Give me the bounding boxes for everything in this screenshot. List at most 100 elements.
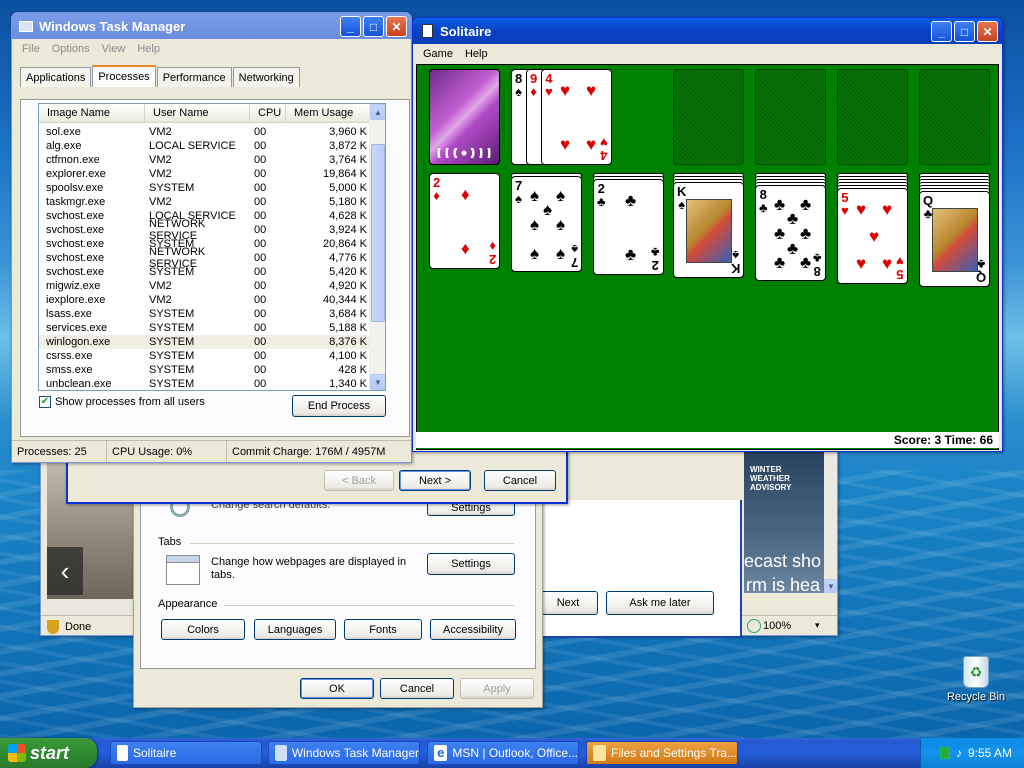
start-button[interactable]: start (0, 738, 97, 768)
table-row[interactable]: alg.exe LOCAL SERVICE 00 3,872 K (39, 139, 385, 153)
tab-networking[interactable]: Networking (232, 67, 300, 87)
show-all-users-label[interactable]: Show processes from all users (55, 396, 205, 408)
tabs-settings-button[interactable]: Settings (427, 553, 515, 575)
tab-applications[interactable]: Applications (20, 67, 92, 87)
table-row[interactable]: sol.exe VM2 00 3,960 K (39, 125, 385, 139)
task-manager-menubar: File Options View Help (12, 39, 411, 58)
taskbar-item-solitaire[interactable]: Solitaire (110, 741, 262, 765)
scroll-down-icon[interactable]: ▼ (824, 579, 837, 593)
table-row[interactable]: lsass.exe SYSTEM 00 3,684 K (39, 307, 385, 321)
scroll-thumb[interactable] (371, 144, 385, 322)
table-row[interactable]: spoolsv.exe SYSTEM 00 5,000 K (39, 181, 385, 195)
table-row[interactable]: services.exe SYSTEM 00 5,188 K (39, 321, 385, 335)
process-list-scrollbar[interactable]: ▲ ▼ (369, 104, 385, 390)
solitaire-titlebar[interactable]: Solitaire _ □ ✕ (413, 18, 1002, 44)
show-all-users-checkbox[interactable]: ✔ (39, 396, 51, 408)
table-row[interactable]: taskmgr.exe VM2 00 5,180 K (39, 195, 385, 209)
ie-zoom-level[interactable]: 100% (763, 620, 791, 632)
table-row[interactable]: smss.exe SYSTEM 00 428 K (39, 363, 385, 377)
menu-view[interactable]: View (96, 43, 132, 55)
menu-help[interactable]: Help (131, 43, 166, 55)
table-row[interactable]: csrss.exe SYSTEM 00 4,100 K (39, 349, 385, 363)
carousel-prev-button[interactable]: ‹ (47, 547, 83, 595)
ie-hscroll[interactable] (47, 599, 133, 613)
ok-button[interactable]: OK (300, 678, 374, 699)
foundation-4[interactable] (919, 69, 990, 165)
task-manager-titlebar[interactable]: Windows Task Manager _ □ ✕ (12, 13, 411, 39)
solitaire-window[interactable]: Solitaire _ □ ✕ Game Help 8♠8♠♠♠♠♠♠♠♠♠9♦… (412, 17, 1003, 452)
column-cpu[interactable]: CPU (250, 104, 286, 122)
colors-button[interactable]: Colors (161, 619, 245, 640)
wizard-next-button[interactable]: Next > (399, 470, 471, 491)
stock-pile[interactable] (429, 69, 500, 165)
scroll-up-icon[interactable]: ▲ (370, 104, 385, 120)
table-row[interactable]: unbclean.exe SYSTEM 00 1,340 K (39, 377, 385, 390)
end-process-button[interactable]: End Process (292, 395, 386, 417)
column-user-name[interactable]: User Name (145, 104, 250, 122)
table-row[interactable]: ctfmon.exe VM2 00 3,764 K (39, 153, 385, 167)
apply-button[interactable]: Apply (460, 678, 534, 699)
forecast-headline-2[interactable]: rm is hea (746, 575, 820, 593)
table-row[interactable]: iexplore.exe VM2 00 40,344 K (39, 293, 385, 307)
menu-file[interactable]: File (16, 43, 46, 55)
weather-advisory-label: WINTER WEATHER ADVISORY (750, 465, 792, 492)
table-row[interactable]: svchost.exe NETWORK SERVICE 00 4,776 K (39, 246, 385, 270)
taskbar-item-msn[interactable]: e MSN | Outlook, Office... (427, 741, 579, 765)
minimize-button[interactable]: _ (340, 16, 361, 37)
menu-help[interactable]: Help (459, 48, 494, 60)
task-manager-window[interactable]: Windows Task Manager _ □ ✕ File Options … (11, 12, 412, 463)
scroll-down-icon[interactable]: ▼ (370, 374, 385, 390)
table-cell: 00 (254, 224, 267, 236)
foundation-3[interactable] (837, 69, 908, 165)
column-image-name[interactable]: Image Name (39, 104, 145, 122)
table-cell: 19,864 K (322, 168, 367, 180)
close-button[interactable]: ✕ (977, 21, 998, 42)
table-cell: svchost.exe (46, 252, 105, 264)
languages-button[interactable]: Languages (254, 619, 336, 640)
forecast-headline[interactable]: ecast sho (744, 551, 821, 572)
menu-game[interactable]: Game (417, 48, 459, 60)
tableau-card[interactable]: K ♠ K ♠ (673, 182, 744, 278)
minimize-button[interactable]: _ (931, 21, 952, 42)
tab-performance[interactable]: Performance (156, 67, 232, 87)
internet-options-dialog[interactable]: Change search defaults. Settings Tabs Ch… (133, 490, 543, 708)
tableau-card[interactable]: 2 ♣ 2 ♣ ♣ ♣ (593, 179, 664, 275)
maximize-button[interactable]: □ (954, 21, 975, 42)
table-row[interactable]: winlogon.exe SYSTEM 00 8,376 K (39, 335, 385, 349)
network-icon[interactable] (939, 747, 950, 759)
table-cell: 4,628 K (329, 210, 367, 222)
process-list[interactable]: Image Name User Name CPU Mem Usage sol.e… (38, 103, 386, 391)
table-row[interactable]: explorer.exe VM2 00 19,864 K (39, 167, 385, 181)
waste-card[interactable]: 4 ♥ 4 ♥ ♥ ♥ ♥ ♥ (541, 69, 612, 165)
volume-icon[interactable]: ♪ (956, 746, 962, 760)
fonts-button[interactable]: Fonts (344, 619, 422, 640)
foundation-1[interactable] (673, 69, 744, 165)
wizard-back-button[interactable]: < Back (324, 470, 394, 491)
taskbar-item-task-manager[interactable]: Windows Task Manager (268, 741, 420, 765)
taskbar-item-transfer-wizard[interactable]: Files and Settings Tra... (586, 741, 738, 765)
clock[interactable]: 9:55 AM (968, 746, 1012, 760)
tableau-card[interactable]: 5 ♥ 5 ♥ ♥ ♥ ♥ ♥ ♥ (837, 188, 908, 284)
column-mem-usage[interactable]: Mem Usage (286, 104, 372, 122)
table-row[interactable]: migwiz.exe VM2 00 4,920 K (39, 279, 385, 293)
chevron-down-icon[interactable]: ▾ (815, 620, 820, 631)
options-cancel-button[interactable]: Cancel (380, 678, 454, 699)
table-row[interactable]: svchost.exe NETWORK SERVICE 00 3,924 K (39, 218, 385, 242)
tableau-card[interactable]: 8 ♣ 8 ♣ ♣ ♣ ♣ ♣ ♣ ♣ ♣ ♣ (755, 185, 826, 281)
table-row[interactable]: svchost.exe SYSTEM 00 5,420 K (39, 265, 385, 279)
wizard-cancel-button[interactable]: Cancel (484, 470, 556, 491)
tab-processes[interactable]: Processes (92, 65, 156, 87)
ie-vscroll[interactable]: ▼ (824, 451, 837, 593)
recycle-bin-shortcut[interactable]: ♻ Recycle Bin (944, 656, 1008, 708)
tableau-card[interactable]: Q ♣ Q ♣ (919, 191, 990, 287)
msn-next-button[interactable]: Next (538, 591, 598, 615)
ask-me-later-button[interactable]: Ask me later (606, 591, 714, 615)
tableau-card[interactable]: 7 ♠ 7 ♠ ♠ ♠ ♠ ♠ ♠ ♠ ♠ (511, 176, 582, 272)
close-button[interactable]: ✕ (386, 16, 407, 37)
menu-options[interactable]: Options (46, 43, 96, 55)
foundation-2[interactable] (755, 69, 826, 165)
process-rows: sol.exe VM2 00 3,960 K alg.exe LOCAL SERVICE 0… (39, 123, 385, 390)
maximize-button[interactable]: □ (363, 16, 384, 37)
tableau-card[interactable]: 2 ♦ 2 ♦ ♦ ♦ (429, 173, 500, 269)
accessibility-button[interactable]: Accessibility (430, 619, 516, 640)
